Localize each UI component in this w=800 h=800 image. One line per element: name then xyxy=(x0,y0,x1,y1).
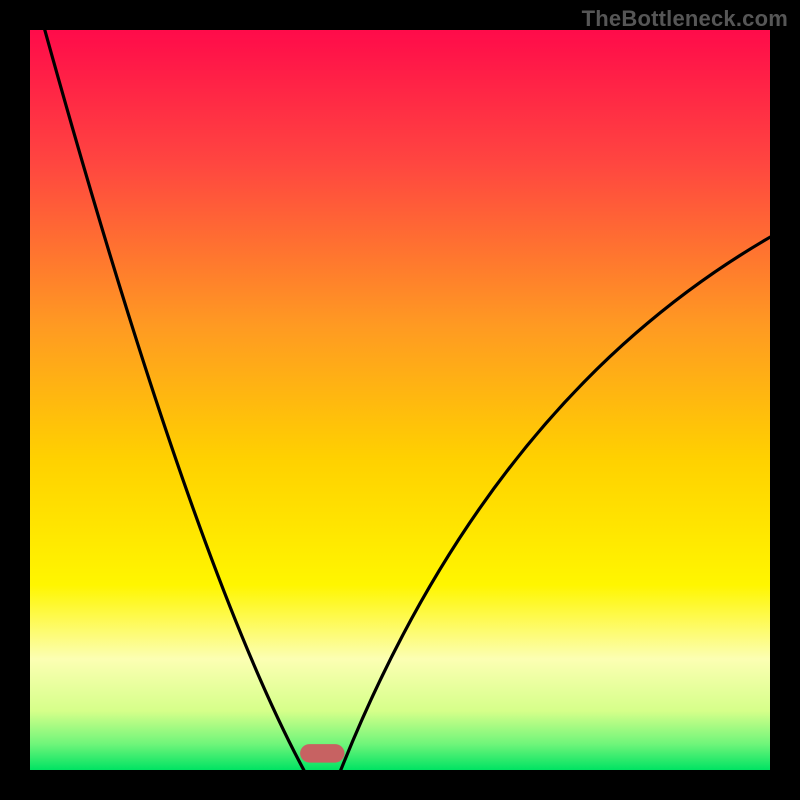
chart-frame: TheBottleneck.com xyxy=(0,0,800,800)
minimum-marker xyxy=(300,744,344,763)
gradient-background xyxy=(30,30,770,770)
plot-area xyxy=(30,30,770,770)
watermark-text: TheBottleneck.com xyxy=(582,6,788,32)
chart-svg xyxy=(30,30,770,770)
